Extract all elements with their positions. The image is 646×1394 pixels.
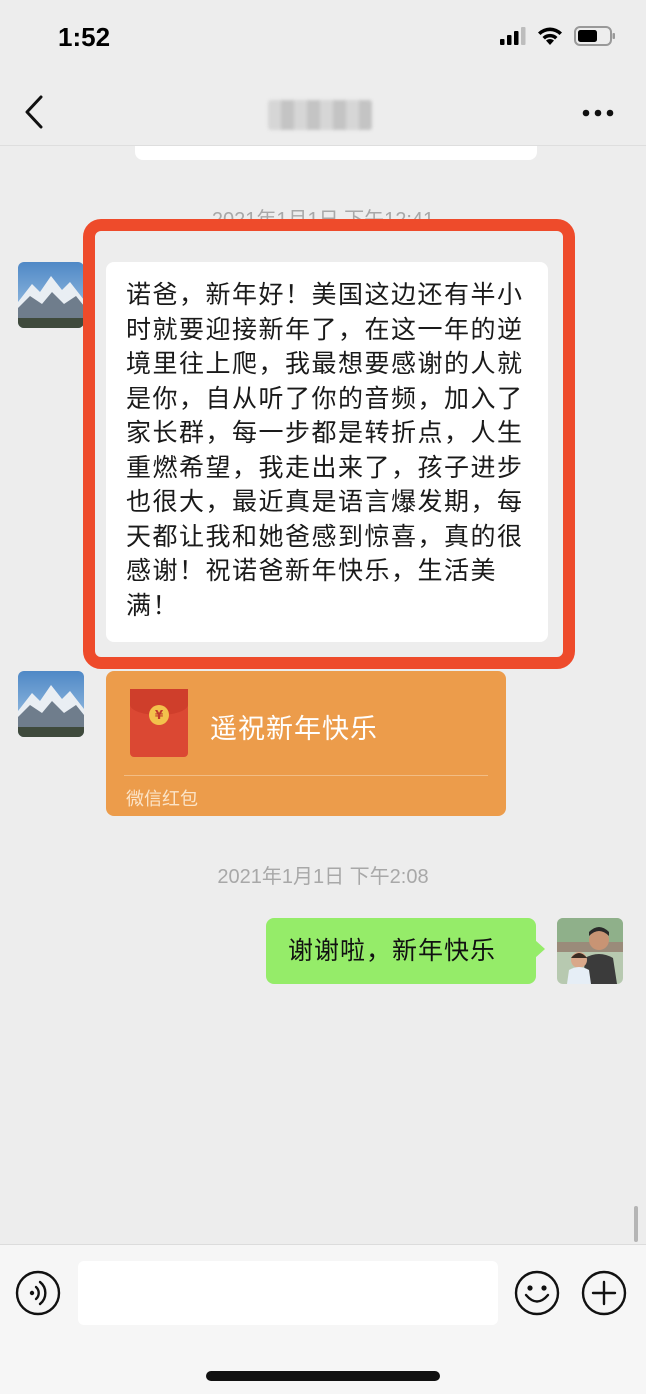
home-indicator[interactable] bbox=[206, 1371, 440, 1381]
chevron-left-icon[interactable] bbox=[20, 92, 54, 132]
contact-avatar[interactable] bbox=[18, 262, 84, 328]
chat-nav-bar bbox=[0, 80, 646, 146]
previous-message-bubble[interactable] bbox=[135, 146, 537, 160]
mountain-landscape-avatar bbox=[18, 671, 84, 737]
father-and-child-avatar bbox=[557, 918, 623, 984]
cellular-signal-icon bbox=[500, 27, 526, 45]
red-envelope-icon: ¥ bbox=[130, 689, 188, 757]
red-packet-title: 遥祝新年快乐 bbox=[210, 714, 378, 745]
chat-title-blurred bbox=[268, 100, 372, 130]
voice-input-icon[interactable] bbox=[15, 1270, 61, 1316]
self-avatar[interactable] bbox=[557, 918, 623, 984]
highlight-annotation-box bbox=[83, 219, 575, 669]
message-text-input[interactable] bbox=[78, 1261, 498, 1325]
red-packet-label: 微信红包 bbox=[126, 789, 198, 810]
ellipsis-icon[interactable] bbox=[580, 100, 620, 126]
message-timestamp: 2021年1月1日 下午2:08 bbox=[217, 866, 429, 888]
mountain-landscape-avatar bbox=[18, 262, 84, 328]
system-icons bbox=[500, 26, 616, 46]
status-bar: 1:52 bbox=[0, 0, 646, 80]
battery-icon bbox=[574, 26, 615, 46]
status-time: 1:52 bbox=[58, 22, 111, 52]
scrollbar-thumb[interactable] bbox=[634, 1206, 638, 1242]
emoji-icon[interactable] bbox=[514, 1270, 560, 1316]
red-packet-message[interactable]: ¥ 遥祝新年快乐 微信红包 bbox=[106, 671, 506, 816]
plus-icon[interactable] bbox=[581, 1270, 627, 1316]
wifi-icon bbox=[538, 27, 562, 45]
yuan-coin-icon: ¥ bbox=[149, 705, 169, 725]
contact-avatar[interactable] bbox=[18, 671, 84, 737]
sent-text-message[interactable]: 谢谢啦，新年快乐 bbox=[266, 918, 545, 984]
message-input-bar bbox=[0, 1244, 646, 1394]
red-packet-divider bbox=[124, 775, 488, 776]
